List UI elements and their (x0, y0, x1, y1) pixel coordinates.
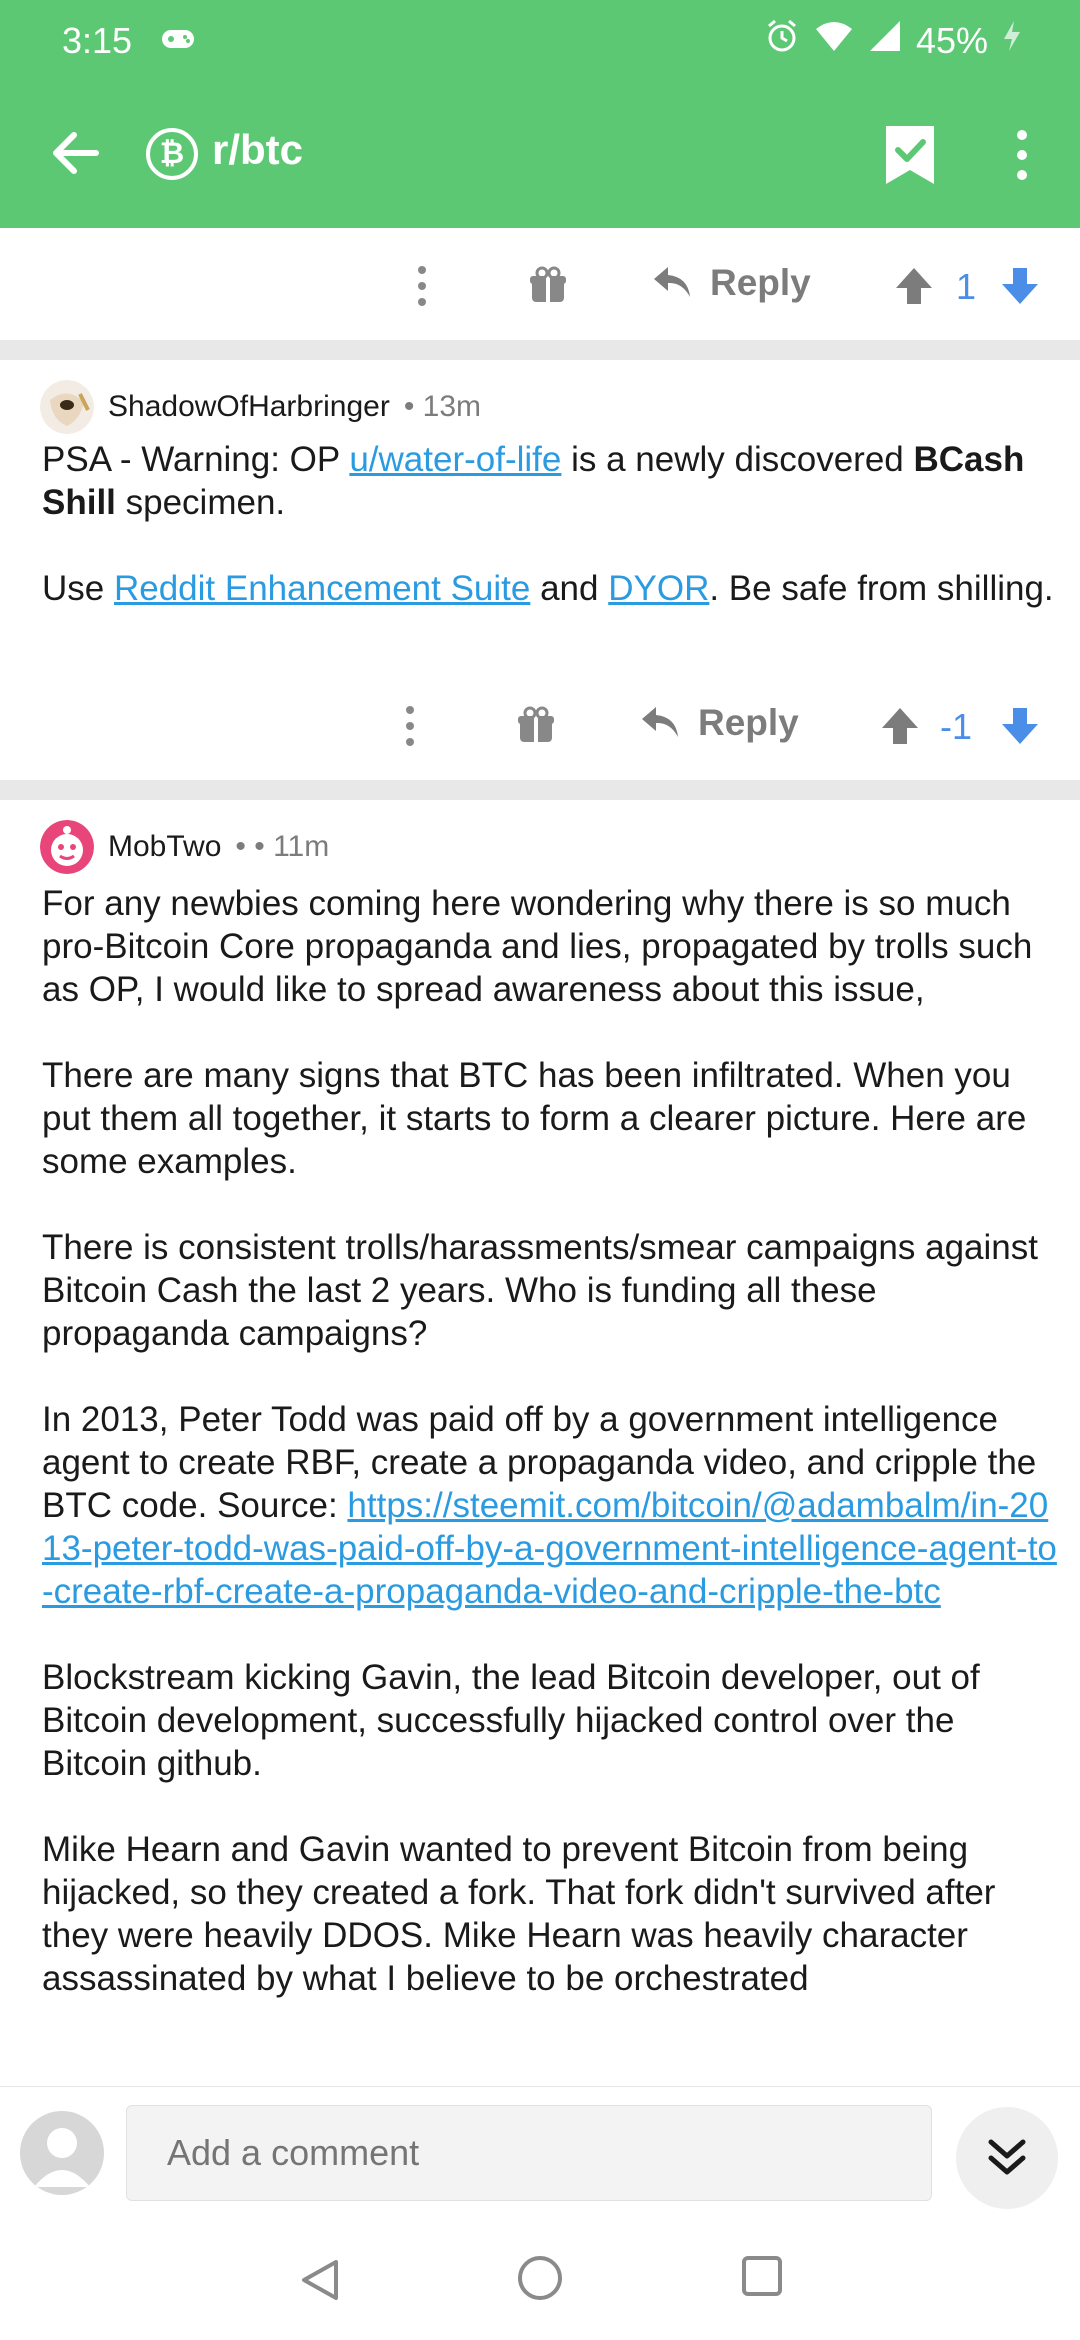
reply-button[interactable]: Reply (652, 262, 811, 304)
comment-bar (0, 2086, 1080, 2210)
nav-home-icon[interactable] (518, 2256, 562, 2300)
reply-label: Reply (710, 262, 811, 303)
comment-time: • 13m (403, 390, 482, 423)
status-indicators: 45% (764, 18, 1022, 63)
text: Use (42, 569, 114, 608)
chevron-double-down-icon[interactable] (956, 2107, 1058, 2209)
comment-separator (0, 340, 1080, 360)
comment-paragraph: Mike Hearn and Gavin wanted to prevent B… (42, 1830, 996, 1998)
reply-button[interactable]: Reply (640, 702, 799, 744)
back-arrow-icon[interactable] (42, 120, 108, 186)
nav-recent-icon[interactable] (742, 2256, 782, 2296)
status-bar: 3:15 45% (0, 0, 1080, 80)
reply-icon (654, 267, 690, 297)
avatar[interactable] (40, 820, 94, 874)
res-link[interactable]: Reddit Enhancement Suite (114, 569, 530, 608)
user-avatar-icon[interactable] (20, 2111, 104, 2195)
comment-time: • • 11m (235, 830, 330, 863)
upvote-icon[interactable] (880, 706, 920, 746)
comment-author[interactable]: MobTwo (108, 830, 221, 864)
game-controller-icon (160, 24, 196, 59)
bitcoin-icon[interactable]: ₿ (146, 128, 198, 180)
downvote-icon[interactable] (1000, 266, 1040, 306)
comment-input[interactable] (126, 2105, 932, 2201)
comment-header: MobTwo • • 11m (40, 820, 329, 874)
text: . Be safe from shilling. (709, 569, 1054, 608)
comment-paragraph: In 2013, Peter Todd was paid off by a go… (42, 1398, 1062, 1613)
battery-percent: 45% (915, 19, 988, 61)
status-time: 3:15 (62, 20, 133, 61)
reply-label: Reply (698, 702, 799, 743)
vote-score: 1 (956, 266, 977, 307)
comment-header: ShadowOfHarbringer • 13m (40, 380, 481, 434)
system-nav-bar (0, 2210, 1080, 2340)
more-vert-icon[interactable] (400, 696, 420, 756)
app-bar: ₿ r/btc (0, 80, 1080, 228)
comment-paragraph: For any newbies coming here wondering wh… (42, 884, 1033, 1009)
text: PSA - Warning: OP (42, 440, 350, 479)
saved-check-icon[interactable] (880, 122, 940, 188)
signal-icon (868, 19, 902, 62)
avatar[interactable] (40, 380, 94, 434)
comment-paragraph: PSA - Warning: OP u/water-of-life is a n… (42, 438, 1062, 524)
gift-icon[interactable] (528, 266, 568, 306)
comment-body: PSA - Warning: OP u/water-of-life is a n… (42, 438, 1062, 653)
comment-paragraph: Blockstream kicking Gavin, the lead Bitc… (42, 1658, 980, 1783)
dyor-link[interactable]: DYOR (608, 569, 709, 608)
text: and (530, 569, 609, 608)
comment-paragraph: There are many signs that BTC has been i… (42, 1056, 1027, 1181)
nav-back-icon[interactable] (300, 2258, 340, 2307)
gift-icon[interactable] (516, 706, 556, 746)
reply-icon (642, 707, 678, 737)
alarm-icon (764, 18, 800, 63)
text: is a newly discovered (561, 440, 914, 479)
more-vert-icon[interactable] (1000, 122, 1044, 188)
upvote-icon[interactable] (894, 266, 934, 306)
comment-paragraph: Use Reddit Enhancement Suite and DYOR. B… (42, 567, 1062, 610)
user-link[interactable]: u/water-of-life (349, 440, 561, 479)
comment-separator (0, 780, 1080, 800)
comment-actions: Reply -1 (0, 676, 1080, 776)
vote-score: -1 (940, 706, 973, 747)
charging-icon (1002, 19, 1022, 62)
more-vert-icon[interactable] (412, 256, 432, 316)
comment-actions-top: Reply 1 (0, 236, 1080, 336)
comment-body: For any newbies coming here wondering wh… (42, 882, 1062, 2082)
subreddit-title[interactable]: r/btc (212, 126, 303, 174)
downvote-icon[interactable] (1000, 706, 1040, 746)
comment-author[interactable]: ShadowOfHarbringer (108, 390, 390, 424)
text: specimen. (115, 483, 286, 522)
wifi-icon (814, 20, 854, 62)
comment-paragraph: There is consistent trolls/harassments/s… (42, 1228, 1038, 1353)
